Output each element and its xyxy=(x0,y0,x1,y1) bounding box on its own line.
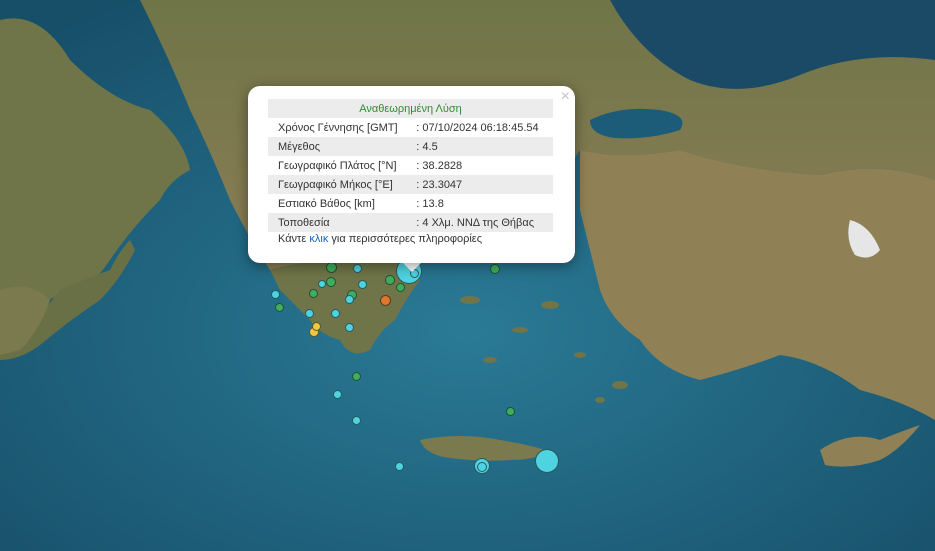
earthquake-marker[interactable] xyxy=(326,277,336,287)
earthquake-marker[interactable] xyxy=(352,372,361,381)
info-row: Εστιακό Βάθος [km] : 13.8 xyxy=(268,194,553,213)
earthquake-marker[interactable] xyxy=(506,407,515,416)
earthquake-marker[interactable] xyxy=(305,309,314,318)
info-label: Εστιακό Βάθος [km] xyxy=(278,197,375,210)
earthquake-marker[interactable] xyxy=(353,264,362,273)
map-view[interactable]: × Αναθεωρημένη Λύση Χρόνος Γέννησης [GMT… xyxy=(0,0,935,551)
info-label: Χρόνος Γέννησης [GMT] xyxy=(278,121,398,134)
earthquake-marker[interactable] xyxy=(312,322,321,331)
info-value: : 23.3047 xyxy=(412,175,553,194)
info-row: Γεωγραφικό Μήκος [°E] : 23.3047 xyxy=(268,175,553,194)
earthquake-marker[interactable] xyxy=(326,262,337,273)
more-info-text: Κάντε κλικ για περισσότερες πληροφορίες xyxy=(278,233,482,245)
info-label: Γεωγραφικό Πλάτος [°N] xyxy=(278,159,397,172)
earthquake-marker[interactable] xyxy=(318,280,326,288)
info-value: : 4.5 xyxy=(412,137,553,156)
info-row: Χρόνος Γέννησης [GMT] : 07/10/2024 06:18… xyxy=(268,118,553,137)
info-row: Μέγεθος : 4.5 xyxy=(268,137,553,156)
more-info-link[interactable]: κλικ xyxy=(309,233,328,245)
earthquake-marker[interactable] xyxy=(352,416,361,425)
info-value: : 4 Χλμ. ΝΝΔ της Θήβας xyxy=(412,213,553,232)
info-row: Γεωγραφικό Πλάτος [°N] : 38.2828 xyxy=(268,156,553,175)
earthquake-popup: × Αναθεωρημένη Λύση Χρόνος Γέννησης [GMT… xyxy=(248,86,575,263)
earthquake-marker[interactable] xyxy=(385,275,395,285)
more-info-suffix: για περισσότερες πληροφορίες xyxy=(331,233,482,245)
popup-tip xyxy=(402,262,422,272)
info-row: Τοποθεσία : 4 Χλμ. ΝΝΔ της Θήβας xyxy=(268,213,553,232)
popup-title: Αναθεωρημένη Λύση xyxy=(268,99,553,118)
earthquake-marker[interactable] xyxy=(345,295,354,304)
earthquake-info-table: Αναθεωρημένη Λύση Χρόνος Γέννησης [GMT] … xyxy=(268,99,553,232)
earthquake-marker[interactable] xyxy=(271,290,280,299)
earthquake-marker[interactable] xyxy=(331,309,340,318)
close-icon[interactable]: × xyxy=(561,88,570,106)
earthquake-marker[interactable] xyxy=(395,462,404,471)
earthquake-marker[interactable] xyxy=(358,280,367,289)
earthquake-marker[interactable] xyxy=(333,390,342,399)
info-value: : 07/10/2024 06:18:45.54 xyxy=(416,121,539,134)
earthquake-marker[interactable] xyxy=(396,283,405,292)
earthquake-marker[interactable] xyxy=(477,462,487,472)
earthquake-marker[interactable] xyxy=(490,264,500,274)
earthquake-marker[interactable] xyxy=(275,303,284,312)
earthquake-marker[interactable] xyxy=(345,323,354,332)
satellite-basemap xyxy=(0,0,935,551)
info-label: Τοποθεσία xyxy=(268,213,413,232)
more-info-prefix: Κάντε xyxy=(278,233,307,245)
info-label: Μέγεθος xyxy=(268,137,413,156)
info-value: : 38.2828 xyxy=(416,159,463,172)
earthquake-marker[interactable] xyxy=(535,449,559,473)
earthquake-marker[interactable] xyxy=(380,295,391,306)
popup-title-row: Αναθεωρημένη Λύση xyxy=(268,99,553,118)
earthquake-marker[interactable] xyxy=(309,289,318,298)
info-value: : 13.8 xyxy=(416,197,444,210)
info-label: Γεωγραφικό Μήκος [°E] xyxy=(268,175,413,194)
